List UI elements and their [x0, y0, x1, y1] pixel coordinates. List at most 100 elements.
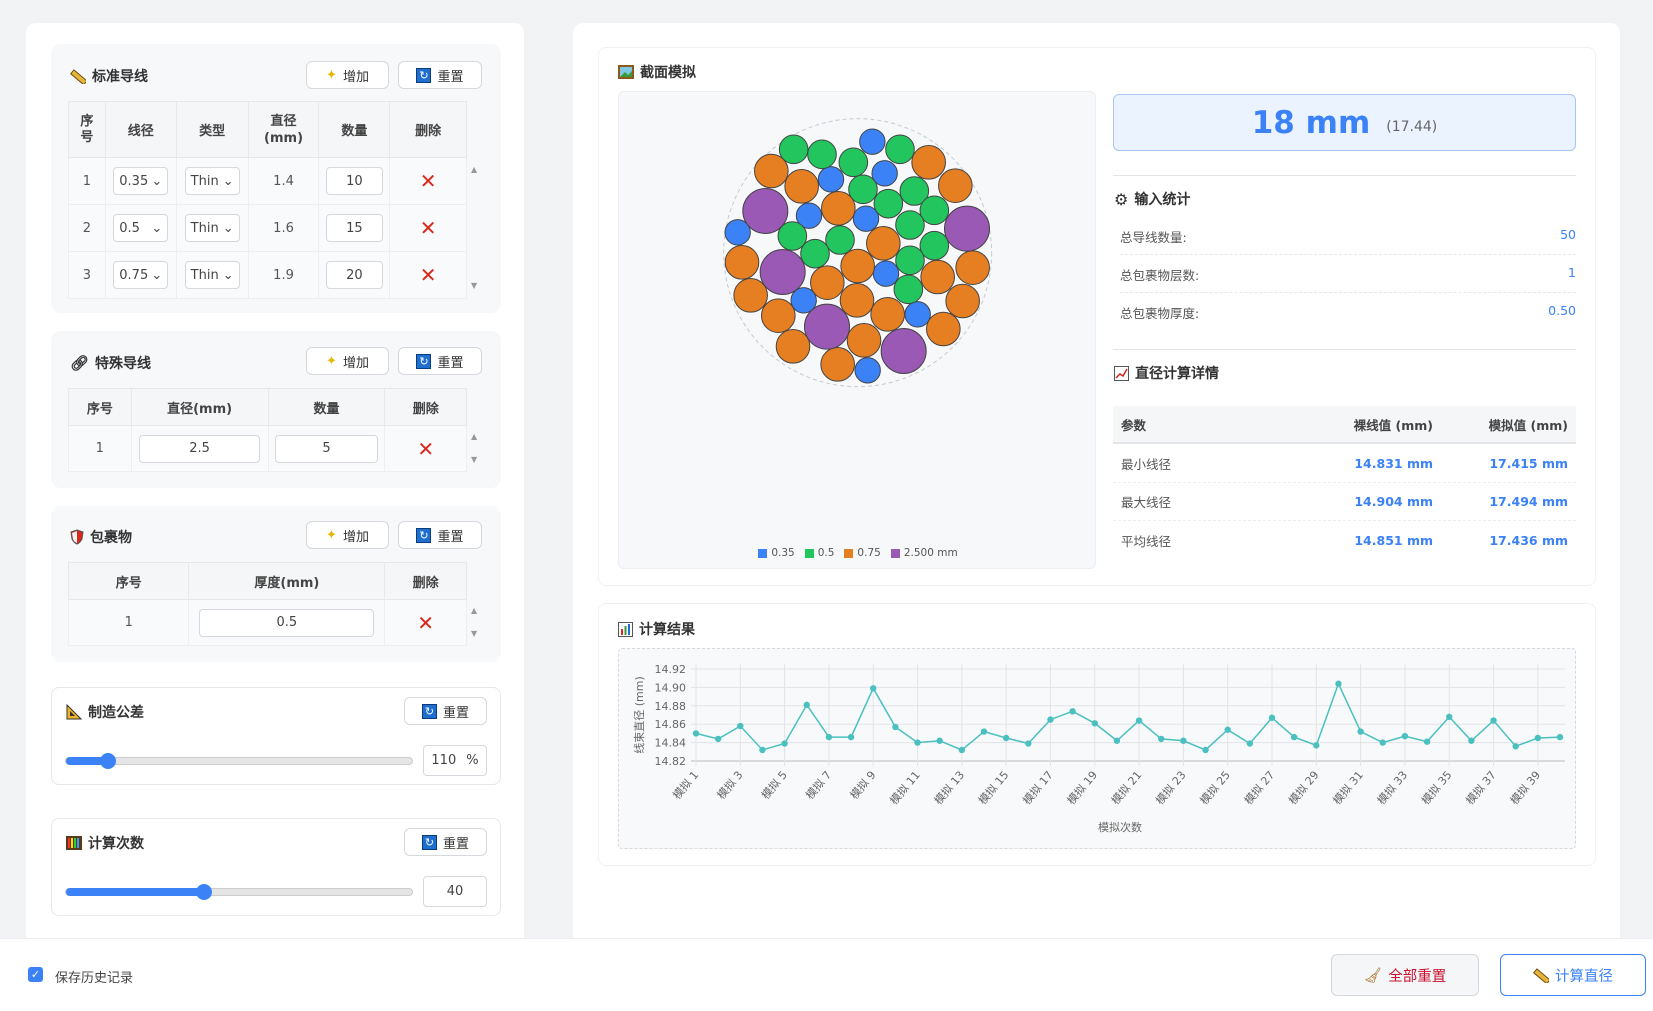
wire-circle-0.75 [754, 153, 789, 189]
quantity-input[interactable]: 10 [325, 167, 383, 195]
data-point[interactable] [1047, 716, 1054, 723]
reset-iterations-button[interactable]: ↻ 重置 [404, 828, 487, 856]
data-point[interactable] [1468, 737, 1475, 744]
data-point[interactable] [847, 733, 855, 741]
data-point[interactable] [1180, 737, 1187, 744]
chevron-down-icon: ⌄ [222, 220, 234, 236]
data-point[interactable] [1534, 734, 1542, 742]
tolerance-slider[interactable] [65, 753, 413, 769]
data-point[interactable] [1290, 733, 1298, 741]
table-row: 1 2.5 5 ✕ [68, 425, 467, 472]
data-point[interactable] [1401, 732, 1409, 740]
reset-tolerance-button[interactable]: ↻ 重置 [404, 697, 487, 725]
scroll-up-arrow[interactable]: ▲ [471, 166, 477, 174]
add-wrapping-button[interactable]: ✦ 增加 [306, 521, 389, 549]
wire-circle-0.35 [872, 260, 900, 287]
data-point[interactable] [958, 746, 966, 754]
calculate-diameter-button[interactable]: 计算直径 [1500, 954, 1646, 996]
delete-icon[interactable]: ✕ [420, 216, 437, 240]
wire-circle-2.500 [804, 303, 850, 350]
data-point[interactable] [1246, 740, 1254, 747]
delete-icon[interactable]: ✕ [417, 611, 434, 635]
type-select[interactable]: Thin ⌄ [184, 167, 240, 195]
data-point[interactable] [1490, 717, 1497, 724]
data-point[interactable] [1313, 742, 1320, 749]
wire-circle-0.75 [784, 169, 819, 204]
data-point[interactable] [1069, 708, 1076, 715]
data-point[interactable] [1556, 733, 1564, 741]
data-point[interactable] [870, 685, 877, 692]
data-point[interactable] [1379, 739, 1386, 746]
delete-icon[interactable]: ✕ [417, 437, 434, 461]
data-point[interactable] [1357, 728, 1364, 735]
legend-item[interactable]: 0.5 [804, 547, 834, 559]
data-point[interactable] [1002, 734, 1010, 742]
legend-item[interactable]: 0.75 [844, 547, 881, 559]
iterations-slider[interactable] [65, 884, 413, 900]
data-point[interactable] [737, 722, 744, 730]
x-axis-title: 模拟次数 [1098, 820, 1142, 834]
diameter-input[interactable]: 2.5 [139, 434, 261, 463]
data-point[interactable] [1423, 738, 1431, 745]
gauge-select[interactable]: 0.75 ⌄ [113, 261, 169, 289]
data-point[interactable] [892, 723, 899, 731]
add-special-wire-button[interactable]: ✦ 增加 [306, 347, 389, 375]
data-point[interactable] [825, 733, 833, 741]
special-wires-title: 🔗︎ 特殊导线 [70, 354, 152, 372]
data-point[interactable] [1135, 717, 1143, 724]
thickness-input[interactable]: 0.5 [199, 608, 375, 637]
data-point[interactable] [1224, 726, 1231, 733]
quantity-input[interactable]: 15 [325, 214, 383, 242]
scroll-up-arrow[interactable]: ▲ [471, 607, 477, 615]
reset-wrapping-button[interactable]: ↻ 重置 [398, 521, 482, 549]
data-point[interactable] [1091, 720, 1098, 727]
data-point[interactable] [914, 739, 921, 746]
data-point[interactable] [1268, 714, 1276, 721]
scroll-down-arrow[interactable]: ▼ [471, 282, 477, 290]
data-point[interactable] [980, 728, 988, 735]
data-point[interactable] [1335, 680, 1342, 687]
reset-standard-wires-button[interactable]: ↻ 重置 [398, 61, 482, 89]
wire-circle-0.5 [893, 274, 924, 305]
data-point[interactable] [1512, 743, 1519, 750]
gauge-select[interactable]: 0.5 ⌄ [113, 214, 169, 242]
type-select[interactable]: Thin ⌄ [184, 261, 240, 289]
slider-thumb[interactable] [99, 753, 116, 769]
data-point[interactable] [1113, 737, 1121, 744]
quantity-input[interactable]: 5 [274, 434, 378, 463]
data-point[interactable] [692, 730, 700, 737]
scroll-up-arrow[interactable]: ▲ [471, 433, 477, 441]
result-main-value: 18 mm [1251, 104, 1371, 141]
save-history-checkbox[interactable]: ✓ [28, 967, 43, 982]
legend-swatch [804, 548, 814, 558]
scroll-down-arrow[interactable]: ▼ [471, 630, 477, 638]
data-point[interactable] [1158, 735, 1165, 743]
delete-icon[interactable]: ✕ [420, 263, 437, 287]
data-point[interactable] [1025, 740, 1032, 747]
reset-all-button[interactable]: 🧹︎ 全部重置 [1331, 954, 1479, 996]
legend-item[interactable]: 0.35 [758, 547, 795, 559]
scroll-down-arrow[interactable]: ▼ [471, 456, 477, 464]
data-point[interactable] [936, 737, 943, 744]
data-point[interactable] [714, 735, 722, 743]
x-tick-label: 模拟 37 [1463, 768, 1499, 807]
data-point[interactable] [781, 740, 788, 747]
data-point[interactable] [803, 701, 810, 709]
quantity-input[interactable]: 20 [325, 261, 383, 289]
legend-swatch [890, 548, 900, 558]
add-standard-wire-button[interactable]: ✦ 增加 [306, 61, 389, 89]
picture-icon [618, 65, 634, 79]
wire-circle-2.500 [759, 249, 806, 295]
gauge-select[interactable]: 0.35 ⌄ [113, 167, 169, 195]
data-point[interactable] [1202, 746, 1209, 754]
type-select[interactable]: Thin ⌄ [184, 214, 240, 242]
wire-circle-0.75 [840, 248, 875, 284]
delete-icon[interactable]: ✕ [420, 169, 437, 193]
data-point[interactable] [1446, 713, 1453, 721]
tolerance-input[interactable]: 110% [423, 745, 487, 776]
legend-item[interactable]: 2.500 mm [890, 547, 958, 559]
data-point[interactable] [759, 746, 766, 754]
stat-row: 总包裹物层数: 1 [1120, 265, 1576, 293]
iterations-input[interactable]: 40 [423, 876, 487, 907]
reset-special-wires-button[interactable]: ↻ 重置 [398, 347, 482, 375]
